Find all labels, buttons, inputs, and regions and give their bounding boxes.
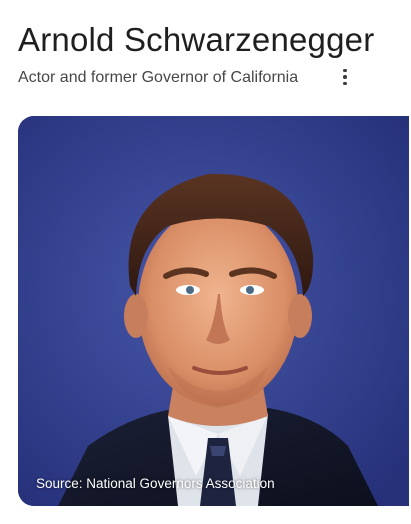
image-source-caption: Source: National Governors Association — [36, 476, 275, 491]
entity-photo[interactable]: Source: National Governors Association — [18, 116, 410, 506]
entity-subtitle-row: Actor and former Governor of California — [18, 66, 298, 90]
more-vert-icon — [343, 68, 347, 73]
more-vert-icon-dot — [343, 75, 347, 79]
entity-subtitle: Actor and former Governor of California — [18, 69, 299, 86]
portrait-image — [18, 116, 410, 506]
entity-title: Arnold Schwarzenegger — [18, 21, 375, 58]
more-vert-icon-dot — [343, 81, 347, 86]
more-options-button[interactable] — [336, 66, 354, 88]
